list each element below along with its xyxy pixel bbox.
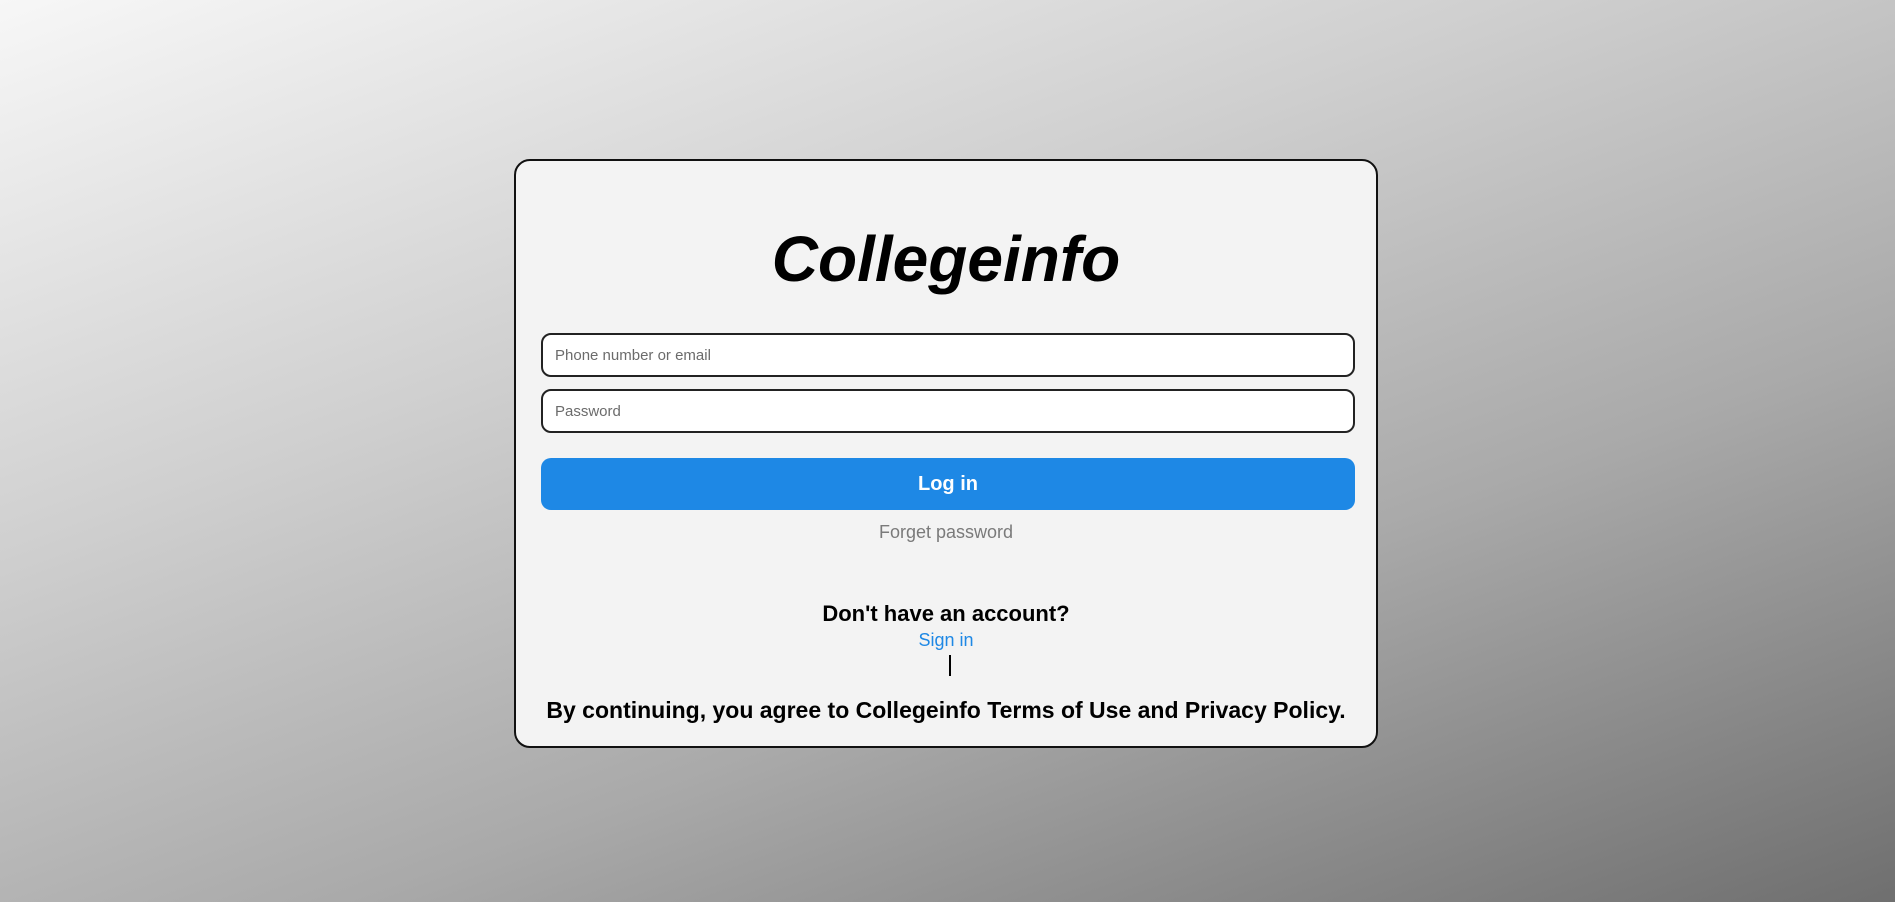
forget-password-link[interactable]: Forget password — [516, 522, 1376, 543]
text-cursor — [949, 655, 951, 676]
terms-notice: By continuing, you agree to Collegeinfo … — [546, 697, 1346, 723]
phone-email-input[interactable] — [541, 333, 1355, 377]
login-button[interactable]: Log in — [541, 458, 1355, 510]
no-account-prompt: Don't have an account? — [822, 601, 1070, 626]
login-card: Collegeinfo Log in Forget password Don't… — [514, 159, 1378, 748]
password-input[interactable] — [541, 389, 1355, 433]
sign-in-link[interactable]: Sign in — [516, 630, 1376, 651]
app-title: Collegeinfo — [771, 223, 1121, 295]
